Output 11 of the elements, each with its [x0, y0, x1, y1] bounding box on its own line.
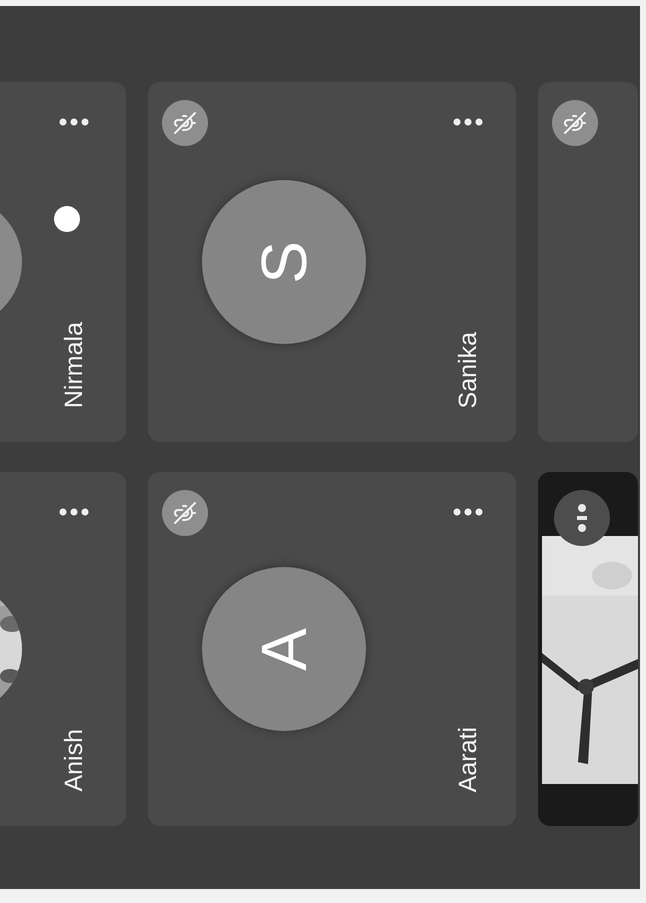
participant-name: Aarati [454, 726, 482, 792]
more-icon[interactable] [59, 118, 89, 126]
more-icon [577, 503, 587, 533]
participant-name: Nirmala [60, 322, 88, 408]
participant-name: Anish [60, 729, 88, 792]
more-icon[interactable] [453, 118, 483, 126]
more-icon[interactable] [59, 508, 89, 516]
participant-name: Sanika [454, 332, 482, 408]
avatar-initial: S [252, 240, 316, 284]
more-icon[interactable] [453, 508, 483, 516]
avatar-initial: A [252, 628, 316, 670]
